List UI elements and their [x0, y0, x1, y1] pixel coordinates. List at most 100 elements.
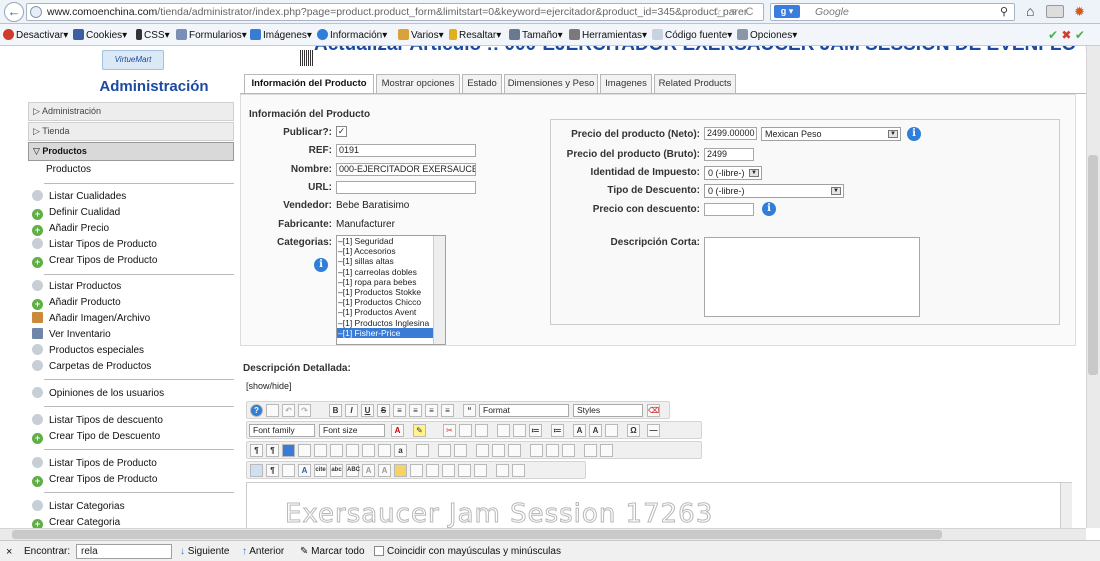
link-icon[interactable]: [442, 464, 455, 477]
find-icon[interactable]: [378, 444, 391, 457]
clear-format-icon[interactable]: ⌫: [647, 404, 660, 417]
align-center-icon[interactable]: ≡: [409, 404, 422, 417]
styles-select[interactable]: Styles: [573, 404, 643, 417]
sidebar-header-administracion[interactable]: ▷ Administración: [28, 102, 234, 121]
sidebar-header-productos[interactable]: ▽ Productos: [28, 142, 234, 161]
sidebar-subitem-productos[interactable]: Productos: [46, 163, 91, 177]
sidebar-item-carpetas-productos[interactable]: Carpetas de Productos: [32, 360, 151, 374]
categories-scrollbar[interactable]: [433, 236, 445, 344]
ref-input[interactable]: 0191: [336, 144, 476, 157]
tab-informacion-producto[interactable]: Información del Producto: [244, 74, 374, 94]
sidebar-header-tienda[interactable]: ▷ Tienda: [28, 122, 234, 141]
site-globe-icon[interactable]: [30, 6, 42, 18]
precio-neto-input[interactable]: 2499.00000: [704, 127, 757, 140]
delete-row-icon[interactable]: [492, 444, 505, 457]
sidebar-item-crear-tipo-descuento[interactable]: + Crear Tipo de Descuento: [32, 430, 160, 444]
category-option[interactable]: –[1] carreolas dobles: [337, 267, 445, 277]
toolbar-formularios[interactable]: Formularios▾: [176, 29, 247, 41]
sidebar-item-anadir-imagen[interactable]: Añadir Imagen/Archivo: [32, 312, 150, 326]
spellcheck-icon[interactable]: [474, 464, 487, 477]
category-option[interactable]: –[1] Productos Inglesina: [337, 318, 445, 328]
precio-bruto-input[interactable]: 2499: [704, 148, 754, 161]
visual-aid-icon[interactable]: [584, 444, 597, 457]
category-option[interactable]: –[1] Productos Stokke: [337, 287, 445, 297]
redo-icon[interactable]: ↷: [298, 404, 311, 417]
find-prev-button[interactable]: ↑ Anterior: [242, 546, 284, 557]
highlight-all-button[interactable]: ✎ Marcar todo: [300, 546, 365, 557]
template-icon[interactable]: [314, 444, 327, 457]
style-props-icon[interactable]: [282, 464, 295, 477]
editor-content-area[interactable]: Exersaucer Jam Session 17263: [246, 482, 1072, 528]
cite-icon[interactable]: cite: [314, 464, 327, 477]
sidebar-item-listar-cualidades[interactable]: Listar Cualidades: [32, 190, 126, 204]
sidebar-item-listar-tipos-producto-2[interactable]: Listar Tipos de Producto: [32, 457, 157, 471]
publicar-checkbox[interactable]: ✓: [336, 126, 347, 137]
sidebar-item-productos-especiales[interactable]: Productos especiales: [32, 344, 144, 358]
match-case-checkbox[interactable]: Coincidir con mayúsculas y minúsculas: [374, 546, 561, 557]
close-icon[interactable]: ×: [6, 546, 12, 558]
toolbar-imagenes[interactable]: Imágenes▾: [250, 29, 312, 41]
info-icon[interactable]: i: [762, 202, 776, 216]
image-insert-icon[interactable]: [282, 444, 295, 457]
table-icon[interactable]: [416, 444, 429, 457]
category-option[interactable]: –[1] Productos Avent: [337, 307, 445, 317]
sidebar-item-anadir-precio[interactable]: + Añadir Precio: [32, 222, 109, 236]
find-next-button[interactable]: ↓ Siguiente: [180, 546, 229, 557]
back-button-icon[interactable]: ←: [4, 2, 24, 22]
info-icon[interactable]: i: [314, 258, 328, 272]
url-bar[interactable]: www.comoenchina.com/tienda/administrator…: [26, 3, 764, 21]
fullscreen-icon[interactable]: [600, 444, 613, 457]
tab-imagenes[interactable]: Imagenes: [600, 74, 652, 93]
toolbar-varios[interactable]: Varios▾: [398, 29, 444, 41]
align-left-icon[interactable]: ≡: [393, 404, 406, 417]
search-input[interactable]: Google: [770, 3, 1015, 21]
image-edit-icon[interactable]: [458, 464, 471, 477]
info-icon[interactable]: i: [907, 127, 921, 141]
find-input[interactable]: rela: [76, 544, 172, 559]
category-option[interactable]: –[1] sillas altas: [337, 256, 445, 266]
insert-date-icon[interactable]: [394, 464, 407, 477]
toolbar-css[interactable]: CSS▾: [136, 29, 170, 41]
acronym-icon[interactable]: abc: [330, 464, 343, 477]
status-icons[interactable]: ✔ ✖ ✔: [1048, 28, 1085, 42]
impuesto-select[interactable]: 0 (-libre-) ▼: [704, 166, 762, 180]
category-option[interactable]: –[1] ropa para bebes: [337, 277, 445, 287]
media-icon[interactable]: [298, 444, 311, 457]
anchor-insert-icon[interactable]: [410, 464, 423, 477]
show-hide-link[interactable]: [show/hide]: [246, 381, 292, 391]
layer-icon[interactable]: [250, 464, 263, 477]
category-option-selected[interactable]: –[1] Fisher-Price: [337, 327, 445, 338]
categories-listbox[interactable]: –[1] Seguridad –[1] Accesorios –[1] sill…: [336, 235, 446, 345]
category-option[interactable]: –[1] Accesorios: [337, 246, 445, 256]
highlight-color-icon[interactable]: ✎: [413, 424, 426, 437]
paste-icon[interactable]: [475, 424, 488, 437]
url-input[interactable]: [336, 181, 476, 194]
bookmarks-menu-icon[interactable]: [1046, 5, 1064, 18]
pilcrow-icon[interactable]: ¶: [266, 464, 279, 477]
toolbar-tamano[interactable]: Tamaño▾: [509, 29, 563, 41]
unlink-icon[interactable]: [426, 464, 439, 477]
hr-icon[interactable]: [496, 464, 509, 477]
home-icon[interactable]: ⌂: [1026, 3, 1034, 19]
search-magnifier-icon[interactable]: ⚲: [1000, 5, 1008, 18]
preview-icon[interactable]: [346, 444, 359, 457]
del-icon[interactable]: ABC: [346, 464, 360, 477]
page-vertical-scroll-thumb[interactable]: [1088, 155, 1098, 375]
subscript-icon[interactable]: A: [573, 424, 586, 437]
toolbar-opciones[interactable]: Opciones▾: [737, 29, 797, 41]
delete-col-icon[interactable]: [530, 444, 543, 457]
pilcrow-rtl-icon[interactable]: ¶: [266, 444, 279, 457]
precio-desc-input[interactable]: [704, 203, 754, 216]
toolbar-resaltar[interactable]: Resaltar▾: [449, 29, 501, 41]
abbr-icon[interactable]: A: [298, 464, 311, 477]
toolbar-informacion[interactable]: Información▾: [317, 29, 387, 41]
special-char-icon[interactable]: Ω: [627, 424, 640, 437]
iframe-icon[interactable]: [512, 464, 525, 477]
undo-icon[interactable]: ↶: [282, 404, 295, 417]
merge-cells-icon[interactable]: [546, 444, 559, 457]
search-engine-icon[interactable]: g ▾: [774, 5, 800, 18]
tab-estado[interactable]: Estado: [462, 74, 502, 93]
sidebar-item-listar-tipos-descuento[interactable]: Listar Tipos de descuento: [32, 414, 163, 428]
snippet-icon[interactable]: [330, 444, 343, 457]
firefox-menu-icon[interactable]: ✹: [1074, 4, 1085, 20]
